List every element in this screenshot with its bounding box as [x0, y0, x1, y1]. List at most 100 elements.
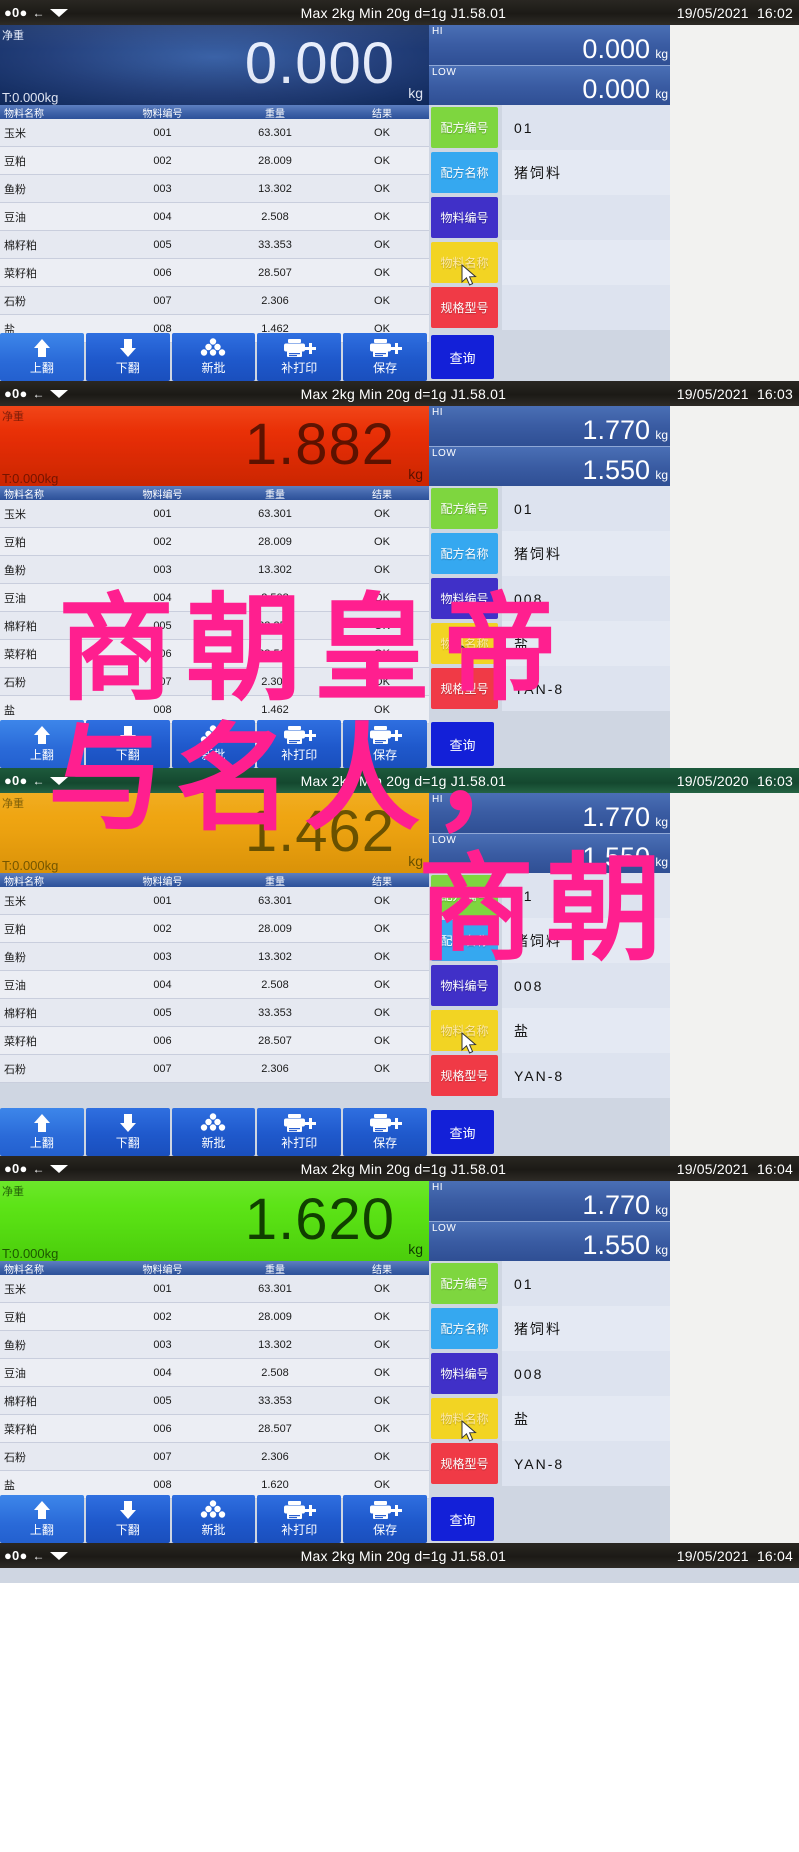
table-row[interactable]: 石粉 007 2.306 OK: [0, 287, 429, 315]
field-value-spec-model[interactable]: YAN-8: [502, 1053, 670, 1098]
table-row[interactable]: 豆粕 002 28.009 OK: [0, 1303, 429, 1331]
softkey-save[interactable]: 保存: [343, 1108, 427, 1156]
field-button-recipe-no[interactable]: 配方编号: [431, 875, 498, 916]
field-value-spec-model[interactable]: [502, 285, 670, 330]
field-button-recipe-name[interactable]: 配方名称: [431, 533, 498, 574]
field-value-material-name[interactable]: 盐: [502, 1396, 670, 1441]
table-row[interactable]: 玉米 001 63.301 OK: [0, 500, 429, 528]
table-row[interactable]: 石粉 007 2.306 OK: [0, 668, 429, 696]
table-row[interactable]: 玉米 001 63.301 OK: [0, 1275, 429, 1303]
softkey-page-up[interactable]: 上翻: [0, 720, 84, 768]
softkey-page-down[interactable]: 下翻: [85, 720, 170, 768]
low-setpoint[interactable]: LOW 1.550 kg: [429, 833, 670, 873]
field-value-material-name[interactable]: 盐: [502, 621, 670, 666]
field-value-material-no[interactable]: 008: [502, 963, 670, 1008]
table-row[interactable]: 石粉 007 2.306 OK: [0, 1055, 429, 1083]
softkey-page-up[interactable]: 上翻: [0, 333, 84, 381]
table-row[interactable]: 菜籽粕 006 28.507 OK: [0, 640, 429, 668]
field-button-material-name[interactable]: 物料名称: [431, 242, 498, 286]
hi-setpoint[interactable]: HI 1.770 kg: [429, 1181, 670, 1221]
field-value-recipe-no[interactable]: 01: [502, 873, 670, 918]
softkey-page-down[interactable]: 下翻: [85, 333, 170, 381]
table-row[interactable]: 棉籽粕 005 33.353 OK: [0, 1387, 429, 1415]
field-button-material-name[interactable]: 物料名称: [431, 623, 498, 667]
field-button-spec-model[interactable]: 规格型号: [431, 668, 498, 709]
field-value-material-name[interactable]: 盐: [502, 1008, 670, 1053]
softkey-new-batch[interactable]: 新批: [171, 1495, 256, 1543]
table-row[interactable]: 棉籽粕 005 33.353 OK: [0, 231, 429, 259]
low-setpoint[interactable]: LOW 0.000 kg: [429, 65, 670, 105]
softkey-page-down[interactable]: 下翻: [85, 1108, 170, 1156]
table-row[interactable]: 豆油 004 2.508 OK: [0, 584, 429, 612]
softkey-reprint[interactable]: 补打印: [257, 720, 342, 768]
hi-setpoint[interactable]: HI 1.770 kg: [429, 406, 670, 446]
field-value-recipe-no[interactable]: 01: [502, 486, 670, 531]
softkey-save[interactable]: 保存: [343, 333, 427, 381]
field-value-recipe-no[interactable]: 01: [502, 1261, 670, 1306]
field-button-material-name[interactable]: 物料名称: [431, 1398, 498, 1442]
field-button-recipe-name[interactable]: 配方名称: [431, 152, 498, 193]
table-row[interactable]: 豆油 004 2.508 OK: [0, 203, 429, 231]
softkey-save[interactable]: 保存: [343, 720, 427, 768]
field-button-spec-model[interactable]: 规格型号: [431, 287, 498, 328]
softkey-new-batch[interactable]: 新批: [171, 333, 256, 381]
field-button-recipe-no[interactable]: 配方编号: [431, 107, 498, 148]
table-row[interactable]: 鱼粉 003 13.302 OK: [0, 943, 429, 971]
field-value-material-no[interactable]: 008: [502, 1351, 670, 1396]
field-button-material-no[interactable]: 物料编号: [431, 578, 498, 619]
table-row[interactable]: 豆粕 002 28.009 OK: [0, 915, 429, 943]
table-row[interactable]: 棉籽粕 005 33.353 OK: [0, 612, 429, 640]
field-value-recipe-name[interactable]: 猪饲料: [502, 1306, 670, 1351]
softkey-page-down[interactable]: 下翻: [85, 1495, 170, 1543]
query-button[interactable]: 查询: [431, 722, 494, 766]
table-row[interactable]: 棉籽粕 005 33.353 OK: [0, 999, 429, 1027]
field-value-spec-model[interactable]: YAN-8: [502, 1441, 670, 1486]
query-button[interactable]: 查询: [431, 1110, 494, 1154]
field-value-recipe-name[interactable]: 猪饲料: [502, 150, 670, 195]
table-row[interactable]: 石粉 007 2.306 OK: [0, 1443, 429, 1471]
table-row[interactable]: 菜籽粕 006 28.507 OK: [0, 259, 429, 287]
field-value-recipe-no[interactable]: 01: [502, 105, 670, 150]
softkey-reprint[interactable]: 补打印: [257, 333, 342, 381]
softkey-reprint[interactable]: 补打印: [257, 1495, 342, 1543]
query-button[interactable]: 查询: [431, 1497, 494, 1541]
field-button-recipe-name[interactable]: 配方名称: [431, 920, 498, 961]
field-button-material-name[interactable]: 物料名称: [431, 1010, 498, 1054]
field-button-recipe-no[interactable]: 配方编号: [431, 488, 498, 529]
table-row[interactable]: 菜籽粕 006 28.507 OK: [0, 1415, 429, 1443]
table-row[interactable]: 玉米 001 63.301 OK: [0, 119, 429, 147]
field-button-spec-model[interactable]: 规格型号: [431, 1443, 498, 1484]
table-row[interactable]: 豆油 004 2.508 OK: [0, 971, 429, 999]
table-row[interactable]: 玉米 001 63.301 OK: [0, 887, 429, 915]
table-row[interactable]: 菜籽粕 006 28.507 OK: [0, 1027, 429, 1055]
softkey-new-batch[interactable]: 新批: [171, 1108, 256, 1156]
field-button-material-no[interactable]: 物料编号: [431, 1353, 498, 1394]
field-value-spec-model[interactable]: YAN-8: [502, 666, 670, 711]
table-row[interactable]: 鱼粉 003 13.302 OK: [0, 556, 429, 584]
low-setpoint[interactable]: LOW 1.550 kg: [429, 1221, 670, 1261]
table-row[interactable]: 豆粕 002 28.009 OK: [0, 147, 429, 175]
softkey-page-up[interactable]: 上翻: [0, 1108, 84, 1156]
table-row[interactable]: 鱼粉 003 13.302 OK: [0, 175, 429, 203]
field-value-material-no[interactable]: 008: [502, 576, 670, 621]
field-button-material-no[interactable]: 物料编号: [431, 197, 498, 238]
field-value-material-no[interactable]: [502, 195, 670, 240]
table-row[interactable]: 豆油 004 2.508 OK: [0, 1359, 429, 1387]
field-value-material-name[interactable]: [502, 240, 670, 285]
field-button-recipe-no[interactable]: 配方编号: [431, 1263, 498, 1304]
softkey-save[interactable]: 保存: [343, 1495, 427, 1543]
table-row[interactable]: 豆粕 002 28.009 OK: [0, 528, 429, 556]
field-value-recipe-name[interactable]: 猪饲料: [502, 918, 670, 963]
field-value-recipe-name[interactable]: 猪饲料: [502, 531, 670, 576]
softkey-new-batch[interactable]: 新批: [171, 720, 256, 768]
table-row[interactable]: 鱼粉 003 13.302 OK: [0, 1331, 429, 1359]
field-button-spec-model[interactable]: 规格型号: [431, 1055, 498, 1096]
query-button[interactable]: 查询: [431, 335, 494, 379]
field-button-material-no[interactable]: 物料编号: [431, 965, 498, 1006]
hi-setpoint[interactable]: HI 0.000 kg: [429, 25, 670, 65]
field-button-recipe-name[interactable]: 配方名称: [431, 1308, 498, 1349]
softkey-reprint[interactable]: 补打印: [257, 1108, 342, 1156]
hi-setpoint[interactable]: HI 1.770 kg: [429, 793, 670, 833]
low-setpoint[interactable]: LOW 1.550 kg: [429, 446, 670, 486]
softkey-page-up[interactable]: 上翻: [0, 1495, 84, 1543]
